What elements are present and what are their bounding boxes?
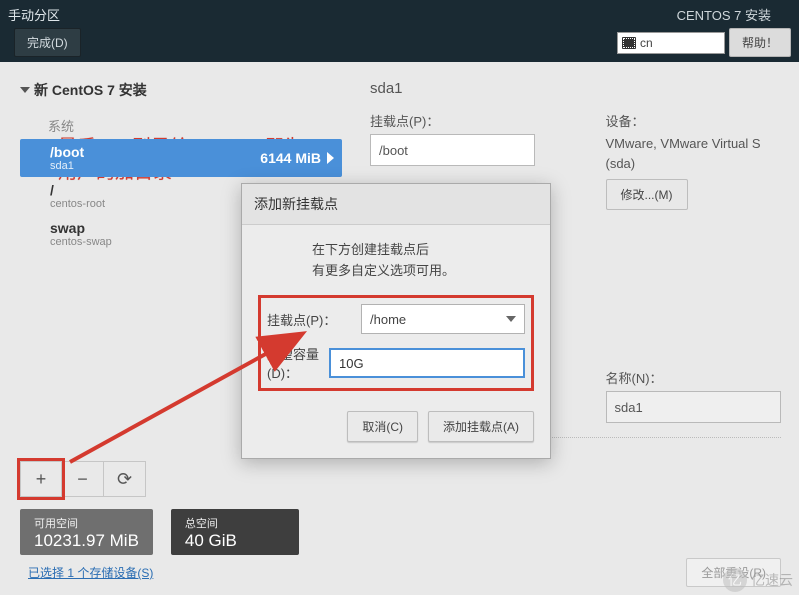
done-button[interactable]: 完成(D) [14,28,81,57]
dialog-mount-value: /home [370,312,406,327]
dialog-mount-label: 挂载点(P)： [267,310,353,329]
dialog-cancel-button[interactable]: 取消(C) [347,411,418,442]
partition-detail-title: sda1 [370,80,781,97]
keyboard-icon [622,37,636,49]
partition-action-buttons: + − ⟳ [20,461,146,497]
help-button[interactable]: 帮助！ [729,28,791,57]
storage-devices-link[interactable]: 已选择 1 个存储设备(S) [28,564,153,581]
dialog-size-input[interactable] [329,348,525,378]
chevron-down-icon [506,316,516,322]
total-space-box: 总空间 40 GiB [171,509,299,555]
chevron-right-icon [327,152,334,164]
dialog-size-label: 期望容量(D)： [267,344,321,382]
mountpoint-input[interactable] [370,134,535,166]
chevron-down-icon [20,87,30,93]
add-mountpoint-dialog: 添加新挂载点 在下方创建挂载点后 有更多自定义选项可用。 挂载点(P)： /ho… [241,183,551,459]
system-category-label: 系统 [48,116,342,135]
name-input [606,391,781,423]
remove-partition-button[interactable]: − [62,461,104,497]
page-title: 手动分区 [8,5,60,24]
capacity-summary: 可用空间 10231.97 MiB 总空间 40 GiB [20,509,299,555]
top-bar: 手动分区 完成(D) CENTOS 7 安装 cn 帮助！ [0,0,799,62]
dialog-title: 添加新挂载点 [242,184,550,225]
reload-partition-button[interactable]: ⟳ [104,461,146,497]
watermark-text: 亿速云 [751,570,793,590]
mountpoint-label: 挂载点(P)： [370,111,546,130]
keyboard-layout-selector[interactable]: cn [617,32,725,54]
device-info: VMware, VMware Virtual S (sda) [606,134,782,173]
watermark: 亿 亿速云 [723,568,793,592]
keyboard-layout-value: cn [640,36,653,50]
modify-device-button[interactable]: 修改...(M) [606,179,688,210]
add-partition-button[interactable]: + [20,461,62,497]
dialog-description: 在下方创建挂载点后 有更多自定义选项可用。 [242,225,550,295]
dialog-add-button[interactable]: 添加挂载点(A) [428,411,534,442]
dialog-mount-dropdown[interactable]: /home [361,304,525,334]
installer-title: CENTOS 7 安装 [677,5,771,24]
install-tree-header[interactable]: 新 CentOS 7 安装 [20,80,342,100]
install-tree-title: 新 CentOS 7 安装 [34,80,147,100]
available-space-box: 可用空间 10231.97 MiB [20,509,153,555]
watermark-icon: 亿 [723,568,747,592]
name-label: 名称(N)： [606,368,782,387]
partition-row-boot[interactable]: /boot sda1 6144 MiB [20,139,342,177]
device-label: 设备： [606,111,782,130]
